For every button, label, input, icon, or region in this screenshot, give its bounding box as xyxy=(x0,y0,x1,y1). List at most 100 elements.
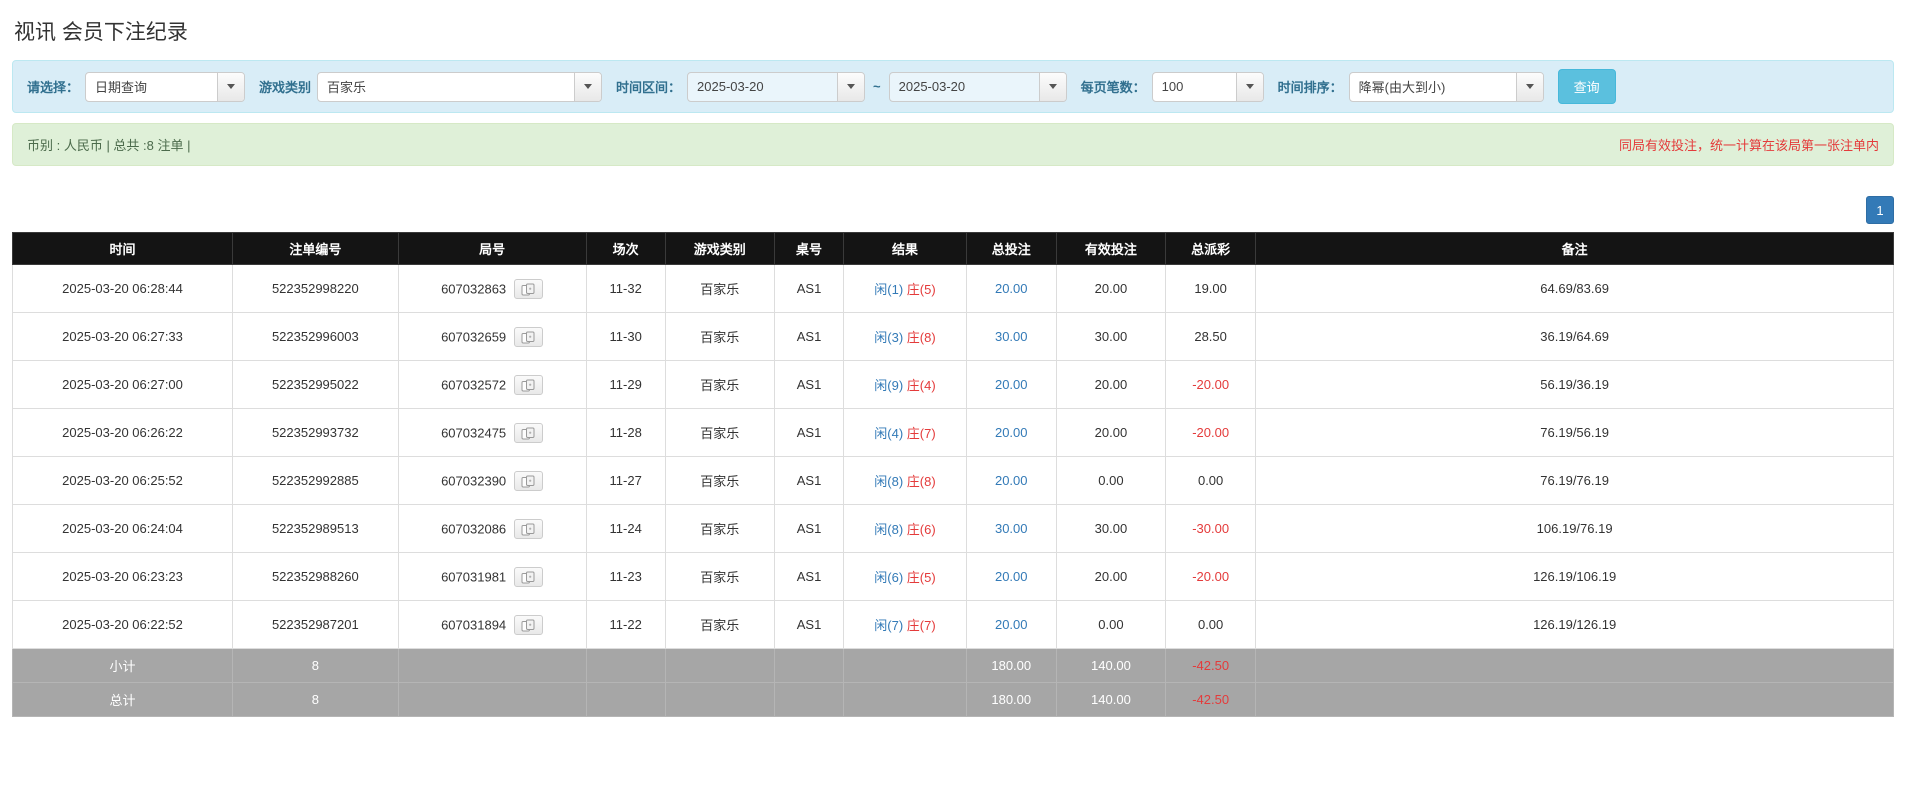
cell-remark: 106.19/76.19 xyxy=(1255,504,1894,553)
cell-payout: -30.00 xyxy=(1164,504,1257,553)
sort-dropdown-button[interactable] xyxy=(1515,72,1543,101)
query-type-input[interactable] xyxy=(86,72,218,101)
header-bet-id: 注单编号 xyxy=(232,232,399,265)
view-cards-icon xyxy=(521,571,535,583)
cell-round: 607032863 xyxy=(397,264,587,313)
date-from-dropdown-button[interactable] xyxy=(837,72,865,101)
cell-bet-id: 522352996003 xyxy=(232,312,399,361)
page-button-1[interactable]: 1 xyxy=(1866,196,1894,224)
cell-session: 11-32 xyxy=(585,264,666,313)
total-label: 总计 xyxy=(11,682,234,717)
cell-round: 607031894 xyxy=(397,600,587,649)
cell-payout: -20.00 xyxy=(1164,408,1257,457)
view-round-cards-button[interactable] xyxy=(514,518,544,539)
cell-time: 2025-03-20 06:26:22 xyxy=(11,408,234,457)
page-size-dropdown-button[interactable] xyxy=(1235,72,1263,101)
result-player: 闲(9) xyxy=(874,378,904,393)
page-size-input[interactable] xyxy=(1152,72,1236,101)
subtotal-total-bet: 180.00 xyxy=(965,648,1057,683)
cell-table-no: AS1 xyxy=(773,552,845,601)
subtotal-empty-game xyxy=(664,648,775,683)
round-number: 607032390 xyxy=(441,473,507,488)
cell-valid-bet: 0.00 xyxy=(1055,600,1166,649)
bet-records-table: 时间 注单编号 局号 场次 游戏类别 桌号 结果 总投注 有效投注 总派彩 备注… xyxy=(11,232,1894,717)
cell-game-type: 百家乐 xyxy=(664,504,775,553)
view-round-cards-button[interactable] xyxy=(514,614,544,635)
total-empty-game xyxy=(664,682,775,717)
result-player: 闲(4) xyxy=(874,426,904,441)
cell-total-bet: 20.00 xyxy=(965,456,1057,505)
cell-remark: 64.69/83.69 xyxy=(1255,264,1894,313)
subtotal-empty-table xyxy=(773,648,845,683)
date-to-input[interactable] xyxy=(889,72,1039,101)
cell-table-no: AS1 xyxy=(773,264,845,313)
game-type-input[interactable] xyxy=(318,72,575,101)
cell-bet-id: 522352992885 xyxy=(232,456,399,505)
view-cards-icon xyxy=(521,427,535,439)
header-payout: 总派彩 xyxy=(1164,232,1257,265)
cell-time: 2025-03-20 06:24:04 xyxy=(11,504,234,553)
result-banker: 庄(5) xyxy=(906,282,936,297)
round-number: 607031981 xyxy=(441,569,507,584)
cell-table-no: AS1 xyxy=(773,312,845,361)
view-cards-icon xyxy=(521,523,535,535)
cell-total-bet: 20.00 xyxy=(965,600,1057,649)
cell-total-bet: 20.00 xyxy=(965,552,1057,601)
summary-bar: 币别 : 人民币 | 总共 :8 注单 | 同局有效投注，统一计算在该局第一张注… xyxy=(12,123,1894,166)
view-cards-icon xyxy=(521,331,535,343)
cell-remark: 126.19/126.19 xyxy=(1255,600,1894,649)
chevron-down-icon xyxy=(1525,84,1534,89)
cell-valid-bet: 20.00 xyxy=(1055,408,1166,457)
subtotal-empty-remark xyxy=(1255,648,1894,683)
table-row: 2025-03-20 06:28:44 522352998220 607032863… xyxy=(11,264,1894,313)
header-time: 时间 xyxy=(11,232,234,265)
view-round-cards-button[interactable] xyxy=(514,278,544,299)
query-button[interactable]: 查询 xyxy=(1557,69,1616,104)
date-from-input[interactable] xyxy=(688,72,838,101)
sort-input[interactable] xyxy=(1349,72,1516,101)
date-to-combobox xyxy=(888,71,1067,102)
cell-time: 2025-03-20 06:27:00 xyxy=(11,360,234,409)
cell-session: 11-30 xyxy=(585,312,666,361)
cell-session: 11-23 xyxy=(585,552,666,601)
view-cards-icon xyxy=(521,619,535,631)
cell-table-no: AS1 xyxy=(773,456,845,505)
game-type-dropdown-button[interactable] xyxy=(574,72,602,101)
cell-round: 607032572 xyxy=(397,360,587,409)
view-round-cards-button[interactable] xyxy=(514,374,544,395)
chevron-down-icon xyxy=(1048,84,1057,89)
pagination: 1 xyxy=(12,196,1894,224)
table-head: 时间 注单编号 局号 场次 游戏类别 桌号 结果 总投注 有效投注 总派彩 备注 xyxy=(11,232,1894,265)
cell-table-no: AS1 xyxy=(773,600,845,649)
cell-bet-id: 522352995022 xyxy=(232,360,399,409)
cell-game-type: 百家乐 xyxy=(664,408,775,457)
query-type-dropdown-button[interactable] xyxy=(217,72,245,101)
cell-result: 闲(3) 庄(8) xyxy=(843,312,967,361)
date-from-combobox xyxy=(687,71,866,102)
cell-round: 607032659 xyxy=(397,312,587,361)
view-round-cards-button[interactable] xyxy=(514,470,544,491)
total-valid-bet: 140.00 xyxy=(1055,682,1166,717)
view-round-cards-button[interactable] xyxy=(514,326,544,347)
total-empty-result xyxy=(843,682,967,717)
cell-session: 11-29 xyxy=(585,360,666,409)
result-banker: 庄(6) xyxy=(906,522,936,537)
result-player: 闲(3) xyxy=(874,330,904,345)
view-round-cards-button[interactable] xyxy=(514,566,544,587)
cell-game-type: 百家乐 xyxy=(664,264,775,313)
round-number: 607032475 xyxy=(441,425,507,440)
header-remark: 备注 xyxy=(1255,232,1894,265)
view-cards-icon xyxy=(521,379,535,391)
cell-total-bet: 20.00 xyxy=(965,408,1057,457)
subtotal-payout: -42.50 xyxy=(1164,648,1257,683)
view-round-cards-button[interactable] xyxy=(514,422,544,443)
cell-valid-bet: 20.00 xyxy=(1055,552,1166,601)
table-row: 2025-03-20 06:26:22 522352993732 607032475… xyxy=(11,408,1894,457)
cell-bet-id: 522352987201 xyxy=(232,600,399,649)
cell-valid-bet: 20.00 xyxy=(1055,360,1166,409)
cell-total-bet: 30.00 xyxy=(965,312,1057,361)
date-to-dropdown-button[interactable] xyxy=(1038,72,1066,101)
cell-game-type: 百家乐 xyxy=(664,456,775,505)
header-game-type: 游戏类别 xyxy=(664,232,775,265)
subtotal-valid-bet: 140.00 xyxy=(1055,648,1166,683)
